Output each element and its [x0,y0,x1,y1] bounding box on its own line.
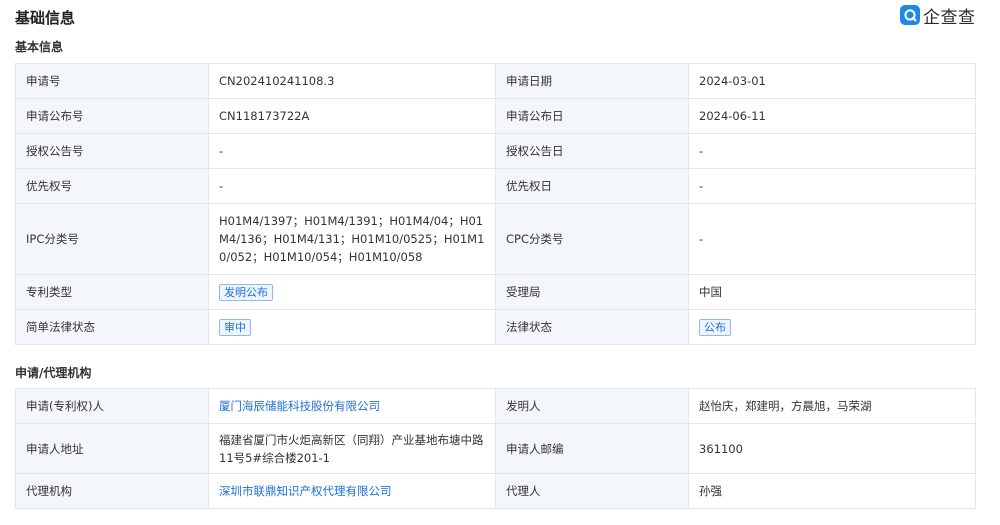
table-row: 申请公布号 CN118173722A 申请公布日 2024-06-11 [15,98,976,134]
application-number: CN202410241108.3 [208,63,496,99]
patent-type-tag: 发明公布 [219,284,273,301]
field-label: 优先权日 [495,168,689,204]
priority-date: - [688,168,976,204]
field-label: 代理人 [495,473,689,509]
field-label: 发明人 [495,388,689,424]
field-label: 优先权号 [15,168,209,204]
field-label: 申请日期 [495,63,689,99]
applicant-postcode: 361100 [688,423,976,474]
qcc-logo[interactable]: 企查查 [900,4,976,28]
applicant-link[interactable]: 厦门海辰储能科技股份有限公司 [219,399,380,413]
field-label: 专利类型 [15,274,209,310]
cpc-classification: - [688,203,976,275]
table-row: 授权公告号 - 授权公告日 - [15,133,976,169]
grant-number: - [208,133,496,169]
patent-type-cell: 发明公布 [208,274,496,310]
agency-link[interactable]: 深圳市联鼎知识产权代理有限公司 [219,484,392,498]
field-label: 申请人邮编 [495,423,689,474]
agency-cell: 深圳市联鼎知识产权代理有限公司 [208,473,496,509]
table-row: 专利类型 发明公布 受理局 中国 [15,274,976,310]
logo-text: 企查查 [923,7,976,28]
agent-name: 孙强 [688,473,976,509]
agency-info-table: 申请(专利权)人 厦门海辰储能科技股份有限公司 发明人 赵怡庆，郑建明，方晨旭，… [15,388,976,509]
applicant-address: 福建省厦门市火炬高新区（同翔）产业基地布塘中路11号5#综合楼201-1 [208,423,496,474]
table-row: 简单法律状态 审中 法律状态 公布 [15,309,976,345]
field-label: IPC分类号 [15,203,209,275]
field-label: 申请公布号 [15,98,209,134]
page-title: 基础信息 [15,9,76,27]
legal-status-cell: 公布 [688,309,976,345]
patent-info-page: 基础信息 企查查 基本信息 申请号 CN202410241108.3 申请日期 … [0,0,1000,525]
priority-number: - [208,168,496,204]
qcc-logo-icon [900,5,920,25]
field-label: 简单法律状态 [15,309,209,345]
legal-status-tag[interactable]: 公布 [699,319,731,336]
field-label: 代理机构 [15,473,209,509]
field-label: 受理局 [495,274,689,310]
publication-number: CN118173722A [208,98,496,134]
simple-legal-status-cell: 审中 [208,309,496,345]
section-title-agency: 申请/代理机构 [15,366,92,380]
table-row: 申请(专利权)人 厦门海辰储能科技股份有限公司 发明人 赵怡庆，郑建明，方晨旭，… [15,388,976,424]
table-row: 申请号 CN202410241108.3 申请日期 2024-03-01 [15,63,976,99]
grant-date: - [688,133,976,169]
field-label: 申请人地址 [15,423,209,474]
table-row: 申请人地址 福建省厦门市火炬高新区（同翔）产业基地布塘中路11号5#综合楼201… [15,423,976,474]
field-label: CPC分类号 [495,203,689,275]
table-row: 代理机构 深圳市联鼎知识产权代理有限公司 代理人 孙强 [15,473,976,509]
application-date: 2024-03-01 [688,63,976,99]
receiving-office: 中国 [688,274,976,310]
field-label: 授权公告号 [15,133,209,169]
basic-info-table: 申请号 CN202410241108.3 申请日期 2024-03-01 申请公… [15,63,976,345]
field-label: 法律状态 [495,309,689,345]
table-row: 优先权号 - 优先权日 - [15,168,976,204]
ipc-classification: H01M4/1397；H01M4/1391；H01M4/04；H01M4/136… [208,203,496,275]
table-row: IPC分类号 H01M4/1397；H01M4/1391；H01M4/04；H0… [15,203,976,275]
simple-legal-status-tag[interactable]: 审中 [219,319,251,336]
field-label: 申请公布日 [495,98,689,134]
section-title-basic: 基本信息 [15,40,64,54]
inventors: 赵怡庆，郑建明，方晨旭，马荣湖 [688,388,976,424]
field-label: 申请号 [15,63,209,99]
field-label: 授权公告日 [495,133,689,169]
field-label: 申请(专利权)人 [15,388,209,424]
applicant-cell: 厦门海辰储能科技股份有限公司 [208,388,496,424]
publication-date: 2024-06-11 [688,98,976,134]
